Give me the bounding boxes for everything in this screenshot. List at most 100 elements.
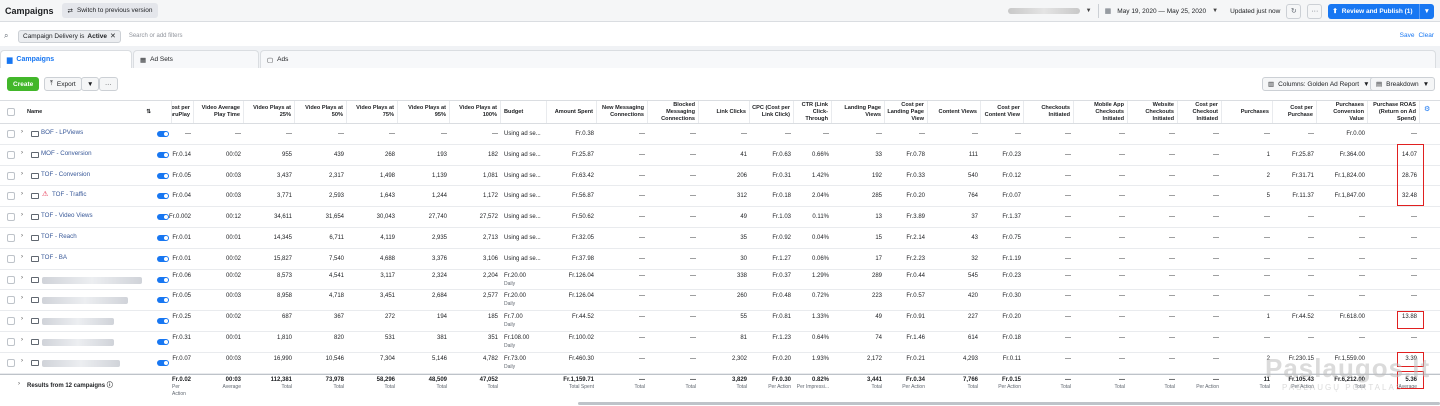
horizontal-scrollbar[interactable] [578,402,1440,405]
campaign-name-link[interactable]: MOF - Conversion [41,150,92,157]
date-range[interactable]: May 19, 2020 — May 25, 2020 [1117,8,1206,15]
campaign-name-blurred[interactable] [42,318,114,326]
header-col-22[interactable]: Cost per Checkout Initiated [1179,101,1222,123]
row-checkbox[interactable] [7,254,15,263]
row-checkbox[interactable] [7,338,15,346]
row-checkbox[interactable] [7,213,15,222]
tab-ads[interactable]: ▢ Ads [260,50,1436,68]
header-col-3[interactable]: Video Plays at 25% [245,101,295,123]
header-col-14[interactable]: CTR (Link Click-Through [795,101,832,123]
chevron-right-icon[interactable]: › [21,233,23,239]
row-checkbox[interactable] [7,234,15,242]
header-col-7[interactable]: Video Plays at 100% [451,101,501,123]
table-row[interactable]: › TOF - Video Views Fr.0.002 00:12 34,611 31,… [0,207,1440,228]
save-filter-link[interactable]: Save [1400,32,1415,39]
table-row[interactable]: › TOF - Reach Fr.0.01 00:01 14,345 6,711 4,119… [0,228,1440,249]
delivery-toggle[interactable] [157,131,169,137]
delivery-toggle[interactable] [157,276,169,283]
table-row[interactable]: › MOF - Conversion Fr.0.14 00:02 955 439 268 19… [0,145,1440,166]
select-all-checkbox[interactable] [7,108,15,116]
table-row[interactable]: › Fr.0.25 00:02 687 367 272 194 185 Fr.7.00 Daily… [0,311,1440,332]
header-col-24[interactable]: Cost per Purchase [1274,101,1317,123]
delivery-toggle[interactable] [157,318,169,325]
delivery-toggle[interactable] [157,235,169,241]
header-col-6[interactable]: Video Plays at 95% [399,101,450,123]
chevron-right-icon[interactable]: › [21,212,23,218]
delivery-toggle[interactable] [157,151,169,158]
export-button[interactable]: ⤒ Export [44,77,82,91]
chevron-right-icon[interactable]: › [21,171,23,177]
chevron-right-icon[interactable]: › [21,275,23,281]
campaign-name-blurred[interactable] [42,339,114,346]
row-checkbox[interactable] [7,275,15,284]
tab-campaigns[interactable]: ▆ Campaigns [0,50,132,68]
chevron-right-icon[interactable]: › [21,150,23,156]
header-col-18[interactable]: Cost per Content View [982,101,1024,123]
clear-filter-link[interactable]: Clear [1418,32,1434,39]
header-col-11[interactable]: Blocked Messaging Connections [650,101,699,123]
delivery-toggle[interactable] [157,339,169,345]
campaign-name-link[interactable]: TOF - Traffic [52,191,87,198]
account-name-blurred[interactable] [1007,8,1080,14]
export-dropdown[interactable]: ▼ [81,77,100,91]
campaign-name-blurred[interactable] [42,359,120,367]
table-row[interactable]: › Fr.0.07 00:03 16,990 10,546 7,304 5,146 4,782… [0,353,1440,374]
table-row[interactable]: › TOF - Conversion Fr.0.05 00:03 3,437 2,317 1… [0,166,1440,187]
row-checkbox[interactable] [7,171,15,180]
header-name[interactable]: Name ⇅ [24,101,172,123]
header-col-25[interactable]: Purchases Conversion Value [1318,101,1368,123]
table-row[interactable]: › Fr.0.06 00:02 8,573 4,541 3,117 2,324 2,204 Fr… [0,270,1440,291]
delivery-toggle[interactable] [157,255,169,262]
row-checkbox[interactable] [7,317,15,326]
header-col-20[interactable]: Mobile App Checkouts Initiated [1075,101,1128,123]
more-button[interactable]: ··· [1307,3,1323,19]
chevron-right-icon[interactable]: › [21,337,23,343]
review-publish-button[interactable]: ⬆ Review and Publish (1) ▼ [1328,3,1434,19]
chevron-right-icon[interactable]: › [21,295,23,301]
table-row[interactable]: › TOF - BA Fr.0.01 00:02 15,827 7,540 4,688 3,3… [0,249,1440,270]
header-col-26[interactable]: Purchase ROAS (Return on Ad Spend) [1369,101,1420,123]
create-button[interactable]: Create [7,77,40,91]
table-row[interactable]: › Fr.0.31 00:01 1,810 820 531 381 351 Fr.108.00 D… [0,332,1440,353]
header-col-10[interactable]: New Messaging Connections [598,101,648,123]
close-icon[interactable]: ✕ [110,32,116,40]
header-col-19[interactable]: Checkouts Initiated [1026,101,1074,123]
header-col-4[interactable]: Video Plays at 50% [296,101,347,123]
chevron-right-icon[interactable]: › [21,358,23,364]
row-checkbox[interactable] [7,130,15,138]
header-col-8[interactable]: Budget [501,101,547,123]
more-actions-button[interactable]: ··· [99,77,118,91]
header-col-1[interactable]: Cost per ThruPlay [172,101,194,123]
header-col-21[interactable]: Website Checkouts Initiated [1129,101,1178,123]
row-checkbox[interactable] [7,192,15,201]
delivery-toggle[interactable] [157,297,169,304]
chevron-right-icon[interactable]: › [18,381,20,387]
search-input[interactable]: Search or add filters [129,33,183,39]
header-col-17[interactable]: Content Views [929,101,981,123]
columns-dropdown[interactable]: ▥ Columns: Golden Ad Report ▼ [1262,77,1376,91]
chevron-right-icon[interactable]: › [21,191,23,197]
header-col-16[interactable]: Cost per Landing Page View [886,101,928,123]
campaign-name-blurred[interactable] [42,276,142,284]
delivery-toggle[interactable] [157,193,169,200]
row-checkbox[interactable] [7,358,15,367]
sort-icon[interactable]: ⇅ [146,109,151,116]
campaign-name-blurred[interactable] [42,297,128,305]
chevron-down-icon[interactable]: ▼ [1086,8,1092,14]
table-row[interactable]: › BOF - LPViews — — — — — — — Using ad se... Fr.0.… [0,124,1440,145]
header-col-5[interactable]: Video Plays at 75% [347,101,398,123]
delivery-toggle[interactable] [157,359,169,366]
breakdown-dropdown[interactable]: ▤ Breakdown ▼ [1370,77,1436,91]
filter-chip-delivery[interactable]: Campaign Delivery is Active ✕ [18,29,121,43]
header-col-13[interactable]: CPC (Cost per Link Click) [751,101,794,123]
table-row[interactable]: › ⚠ TOF - Traffic Fr.0.04 00:03 3,771 2,593 1,6… [0,186,1440,208]
campaign-name-link[interactable]: BOF - LPViews [41,129,83,136]
row-checkbox[interactable] [7,150,15,159]
header-col-9[interactable]: Amount Spent [548,101,597,123]
tab-ad-sets[interactable]: ▦ Ad Sets [133,50,259,68]
refresh-icon[interactable]: ↻ [1286,3,1302,19]
campaign-name-link[interactable]: TOF - Conversion [41,171,90,178]
delivery-toggle[interactable] [157,172,169,179]
chevron-right-icon[interactable]: › [21,254,23,260]
settings-icon[interactable]: ⚙ [1424,105,1430,113]
